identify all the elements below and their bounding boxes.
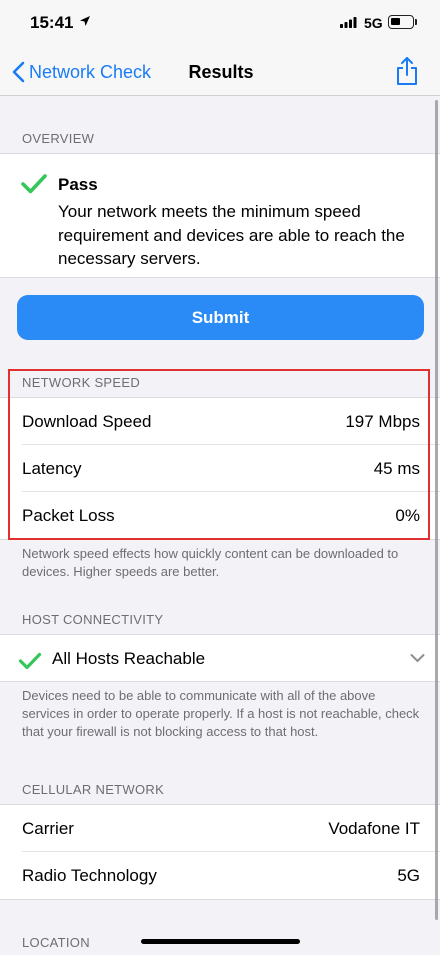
cellular-signal-icon — [340, 17, 357, 28]
host-connectivity-footer: Devices need to be able to communicate w… — [22, 688, 420, 739]
battery-icon — [388, 15, 414, 29]
table-row: Radio Technology 5G — [0, 852, 440, 899]
cellular-network-header: CELLULAR NETWORK — [22, 782, 165, 797]
navigation-bar: Network Check Results — [0, 46, 440, 96]
download-speed-label: Download Speed — [22, 412, 152, 431]
network-speed-group: Download Speed 197 Mbps Latency 45 ms Pa… — [0, 397, 440, 540]
host-connectivity-row[interactable]: All Hosts Reachable — [0, 634, 440, 682]
overview-card: Pass Your network meets the minimum spee… — [0, 153, 440, 278]
table-row: Latency 45 ms — [0, 445, 440, 492]
radio-technology-value: 5G — [397, 866, 420, 885]
checkmark-icon — [18, 652, 42, 670]
table-row: Carrier Vodafone IT — [0, 805, 440, 852]
home-indicator[interactable] — [141, 939, 300, 944]
scrollbar[interactable] — [435, 100, 438, 920]
submit-button[interactable]: Submit — [17, 295, 424, 340]
table-row: Packet Loss 0% — [0, 492, 440, 539]
latency-value: 45 ms — [373, 459, 420, 478]
radio-technology-label: Radio Technology — [22, 866, 157, 885]
network-type-label: 5G — [364, 15, 383, 31]
packet-loss-label: Packet Loss — [22, 506, 115, 525]
packet-loss-value: 0% — [395, 506, 420, 525]
host-connectivity-header: HOST CONNECTIVITY — [22, 612, 164, 627]
page-title: Results — [0, 62, 440, 83]
chevron-down-icon[interactable] — [410, 653, 425, 663]
carrier-label: Carrier — [22, 819, 74, 838]
location-arrow-icon — [80, 16, 90, 26]
overview-header: OVERVIEW — [22, 131, 95, 146]
overview-description: Your network meets the minimum speed req… — [58, 202, 405, 268]
network-speed-header: NETWORK SPEED — [22, 375, 141, 390]
share-icon[interactable] — [394, 56, 420, 86]
checkmark-icon — [21, 174, 47, 194]
status-time: 15:41 — [30, 13, 74, 32]
latency-label: Latency — [22, 459, 82, 478]
cellular-network-group: Carrier Vodafone IT Radio Technology 5G — [0, 804, 440, 900]
overview-status: Pass — [58, 175, 98, 194]
hosts-status: All Hosts Reachable — [52, 649, 206, 668]
battery-cap — [415, 19, 417, 25]
status-bar: 15:41 5G — [0, 0, 440, 46]
table-row: Download Speed 197 Mbps — [0, 398, 440, 445]
location-header: LOCATION — [22, 935, 90, 950]
download-speed-value: 197 Mbps — [345, 412, 420, 431]
page-title-text: Results — [188, 62, 254, 82]
network-speed-footer: Network speed effects how quickly conten… — [22, 546, 399, 579]
carrier-value: Vodafone IT — [328, 819, 420, 838]
